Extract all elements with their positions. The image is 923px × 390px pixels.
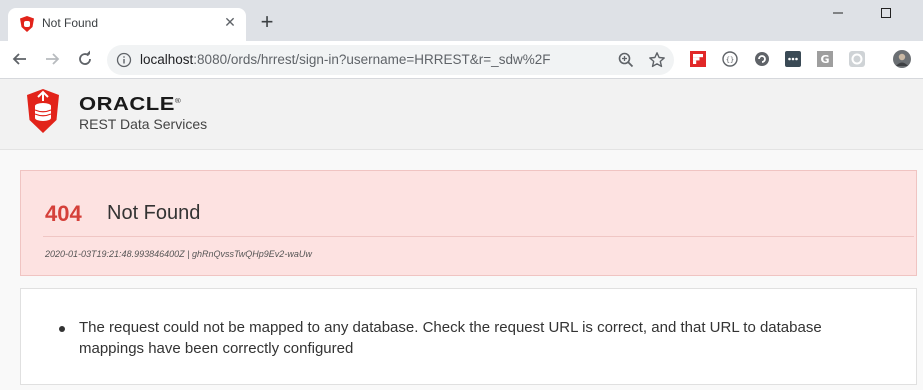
error-panel: 404 Not Found 2020-01-03T19:21:48.993846… — [20, 170, 917, 276]
braces-icon[interactable]: {} — [722, 51, 738, 67]
message-text: The request could not be mapped to any d… — [79, 319, 822, 357]
error-divider — [43, 236, 914, 237]
oracle-wordmark: ORACLE® — [79, 93, 181, 115]
g-icon[interactable]: G — [817, 51, 833, 67]
dots-icon[interactable] — [785, 51, 801, 67]
url-text[interactable]: localhost:8080/ords/hrrest/sign-in?usern… — [140, 52, 550, 67]
shield-icon — [20, 16, 34, 32]
star-icon[interactable] — [648, 51, 666, 69]
ords-header: ORACLE® REST Data Services — [0, 79, 923, 150]
error-code: 404 — [45, 201, 82, 226]
address-bar[interactable]: localhost:8080/ords/hrrest/sign-in?usern… — [107, 45, 674, 75]
message-list: The request could not be mapped to any d… — [59, 317, 859, 359]
url-host: localhost — [140, 52, 194, 67]
profile-avatar[interactable] — [893, 50, 911, 68]
bullet-icon — [59, 326, 65, 332]
maximize-icon[interactable] — [876, 4, 896, 22]
list-item: The request could not be mapped to any d… — [59, 317, 859, 359]
tab-title: Not Found — [42, 16, 99, 30]
url-path: :8080/ords/hrrest/sign-in?username=HRRES… — [193, 52, 551, 67]
error-title: Not Found — [107, 202, 201, 224]
refresh-icon[interactable] — [849, 51, 865, 67]
flipboard-icon[interactable] — [690, 51, 706, 67]
info-icon[interactable] — [116, 52, 132, 68]
brand-name: ORACLE — [79, 93, 175, 115]
tab-close-icon[interactable]: ✕ — [221, 14, 239, 32]
svg-text:{}: {} — [726, 56, 734, 64]
browser-tab[interactable]: Not Found ✕ — [8, 8, 246, 41]
back-icon[interactable] — [10, 49, 30, 69]
browser-toolbar: localhost:8080/ords/hrrest/sign-in?usern… — [0, 41, 923, 79]
new-tab-button[interactable]: + — [256, 11, 278, 33]
product-name: REST Data Services — [79, 116, 208, 132]
trademark: ® — [174, 96, 182, 105]
forward-icon[interactable] — [42, 49, 62, 69]
svg-text:G: G — [820, 53, 829, 66]
reload-icon[interactable] — [75, 49, 95, 69]
shield-database-icon — [27, 89, 59, 133]
minimize-icon[interactable] — [828, 4, 848, 22]
zoom-icon[interactable] — [617, 51, 635, 69]
browser-tabstrip: Not Found ✕ + — [0, 0, 923, 41]
error-meta: 2020-01-03T19:21:48.993846400Z | ghRnQvs… — [45, 249, 312, 259]
circle-arrow-icon[interactable] — [754, 51, 770, 67]
message-panel: The request could not be mapped to any d… — [20, 288, 917, 385]
